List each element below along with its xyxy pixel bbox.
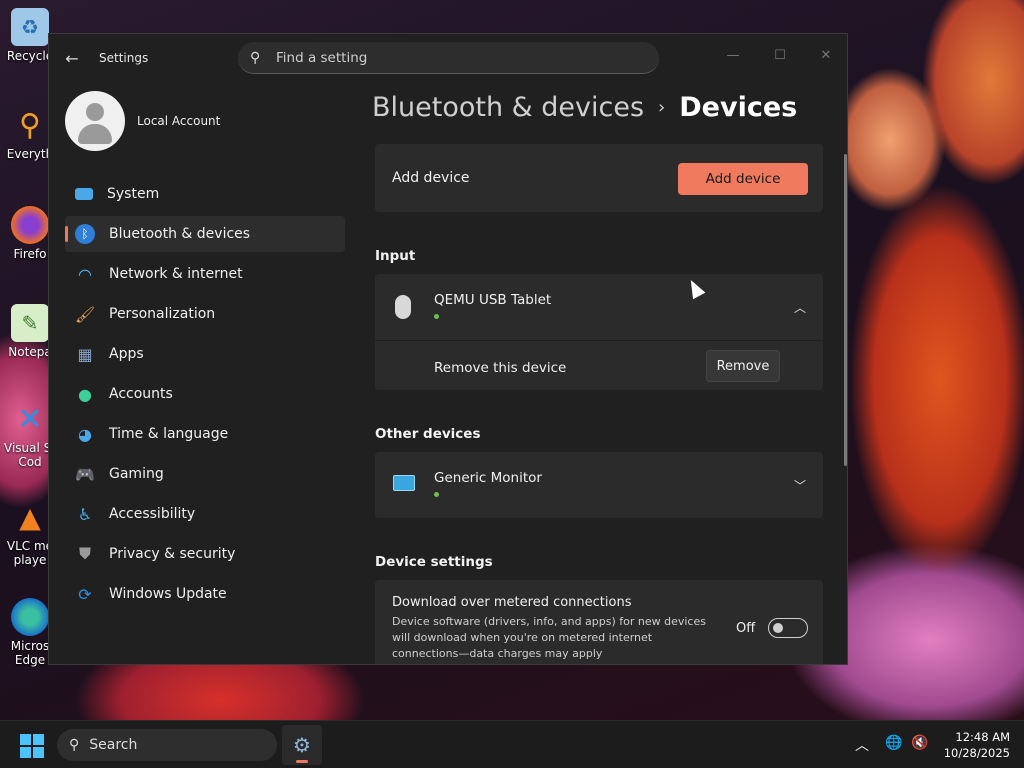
taskbar-clock[interactable]: 12:48 AM 10/28/2025: [935, 729, 1010, 761]
firefox-icon: [11, 206, 49, 244]
apps-icon: ▦: [77, 344, 93, 364]
chevron-up-icon[interactable]: ︿: [790, 297, 810, 317]
person-icon: ●: [78, 384, 92, 404]
sidebar-item-label: Time & language: [109, 426, 229, 442]
sidebar-item-personalization[interactable]: 🖌 Personalization: [65, 296, 345, 332]
taskbar-search[interactable]: ⚲ Search: [57, 729, 277, 761]
vlc-icon: ▲: [19, 500, 41, 534]
sidebar-item-label: Windows Update: [109, 586, 227, 602]
page-title: Devices: [679, 92, 798, 123]
remove-device-button[interactable]: Remove: [706, 350, 780, 382]
sidebar-item-system[interactable]: System: [65, 176, 345, 212]
sidebar-item-label: Network & internet: [109, 266, 243, 282]
add-device-card: Add device Add device: [375, 144, 823, 212]
monitor-icon: [393, 475, 415, 491]
everything-search-icon: ⚲: [19, 107, 41, 143]
system-icon: [75, 188, 93, 200]
wifi-icon: ◠: [78, 264, 92, 284]
connected-status-dot: [434, 492, 439, 497]
toggle-state-label: Off: [736, 621, 756, 636]
sidebar-item-accessibility[interactable]: ♿ Accessibility: [65, 496, 345, 532]
search-icon: ⚲: [250, 49, 261, 66]
mouse-icon: [395, 295, 411, 319]
shield-icon: ⛊: [78, 544, 91, 563]
sidebar-item-accounts[interactable]: ● Accounts: [65, 376, 345, 412]
other-device-card[interactable]: Generic Monitor ﹀: [375, 452, 823, 518]
metered-connections-card: Download over metered connections Device…: [375, 580, 823, 664]
sidebar-item-label: Accounts: [109, 386, 173, 402]
windows-logo-icon: [20, 734, 31, 745]
taskbar-search-label: Search: [89, 737, 138, 753]
maximize-button[interactable]: ☐: [757, 40, 803, 70]
sidebar-item-bluetooth-devices[interactable]: ᛒ Bluetooth & devices: [65, 216, 345, 252]
clock-time: 12:48 AM: [955, 730, 1010, 744]
connected-status-dot: [434, 314, 439, 319]
sidebar-item-label: Accessibility: [109, 506, 196, 522]
profile[interactable]: Local Account: [65, 91, 220, 151]
device-name: QEMU USB Tablet: [434, 292, 552, 308]
avatar: [65, 91, 125, 151]
breadcrumb: Bluetooth & devices › Devices: [372, 92, 797, 123]
close-button[interactable]: ✕: [803, 40, 847, 70]
sidebar-item-network-internet[interactable]: ◠ Network & internet: [65, 256, 345, 292]
back-arrow-icon[interactable]: ←: [61, 47, 83, 69]
add-device-button[interactable]: Add device: [678, 163, 808, 195]
qemu-device-header[interactable]: QEMU USB Tablet ︿: [375, 274, 823, 340]
search-input[interactable]: [276, 49, 636, 66]
edge-icon: [11, 598, 49, 636]
settings-window: ← Settings ⚲ — ☐ ✕ Local Account System …: [48, 33, 848, 665]
show-hidden-icons-chevron-icon[interactable]: ︿: [855, 735, 869, 755]
sidebar-item-windows-update[interactable]: ⟳ Windows Update: [65, 576, 345, 612]
bluetooth-icon: ᛒ: [75, 224, 95, 244]
sidebar-item-label: Apps: [109, 346, 144, 362]
metered-title: Download over metered connections: [392, 595, 632, 610]
sidebar-nav: System ᛒ Bluetooth & devices ◠ Network &…: [65, 176, 345, 616]
breadcrumb-chevron-icon: ›: [658, 97, 666, 118]
breadcrumb-parent[interactable]: Bluetooth & devices: [372, 92, 644, 123]
clock-date: 10/28/2025: [943, 746, 1010, 760]
sidebar-item-time-language[interactable]: ◕ Time & language: [65, 416, 345, 452]
main-content: Add device Add device Input QEMU USB Tab…: [375, 144, 823, 664]
start-button[interactable]: [20, 734, 44, 758]
sidebar-item-label: Gaming: [109, 466, 164, 482]
app-title: Settings: [99, 51, 149, 65]
sidebar-item-apps[interactable]: ▦ Apps: [65, 336, 345, 372]
taskbar: ⚲ Search ⚙ ︿ 🌐 🔇 12:48 AM 10/28/2025: [0, 720, 1024, 768]
sidebar-item-label: Bluetooth & devices: [109, 226, 251, 242]
controller-icon: 🎮: [75, 464, 95, 484]
device-name: Generic Monitor: [434, 470, 542, 486]
recycle-bin-icon: ♻: [11, 8, 49, 46]
sidebar-item-label: Privacy & security: [109, 546, 236, 562]
sidebar-item-label: System: [107, 186, 160, 202]
add-device-label: Add device: [392, 170, 470, 186]
toggle-knob: [773, 623, 783, 633]
device-settings-section-title: Device settings: [375, 554, 493, 570]
remove-device-label: Remove this device: [434, 360, 567, 376]
other-devices-section-title: Other devices: [375, 426, 481, 442]
metered-description: Device software (drivers, info, and apps…: [392, 615, 706, 660]
input-section-title: Input: [375, 248, 416, 264]
input-device-card: QEMU USB Tablet ︿ Remove this device Rem…: [375, 274, 823, 390]
scrollbar[interactable]: [844, 154, 847, 466]
sidebar-item-privacy-security[interactable]: ⛊ Privacy & security: [65, 536, 345, 572]
gear-icon: ⚙: [293, 733, 311, 757]
sidebar-item-label: Personalization: [109, 306, 216, 322]
accessibility-icon: ♿: [77, 504, 93, 524]
globe-clock-icon: ◕: [78, 424, 92, 444]
brush-icon: 🖌: [74, 304, 96, 324]
vscode-icon: ✕: [17, 401, 43, 437]
volume-muted-icon[interactable]: 🔇: [911, 735, 928, 751]
network-globe-icon[interactable]: 🌐: [885, 735, 902, 751]
title-bar: ← Settings ⚲ — ☐ ✕: [49, 34, 847, 82]
metered-toggle[interactable]: [768, 618, 808, 638]
update-icon: ⟳: [78, 584, 92, 604]
settings-search-box[interactable]: ⚲: [238, 42, 659, 74]
profile-name: Local Account: [137, 114, 221, 128]
chevron-down-icon[interactable]: ﹀: [790, 475, 810, 495]
minimize-button[interactable]: —: [710, 40, 756, 70]
sidebar-item-gaming[interactable]: 🎮 Gaming: [65, 456, 345, 492]
taskbar-settings-app[interactable]: ⚙: [282, 725, 322, 765]
search-icon: ⚲: [69, 737, 80, 753]
notepad-icon: ✎: [11, 304, 49, 342]
